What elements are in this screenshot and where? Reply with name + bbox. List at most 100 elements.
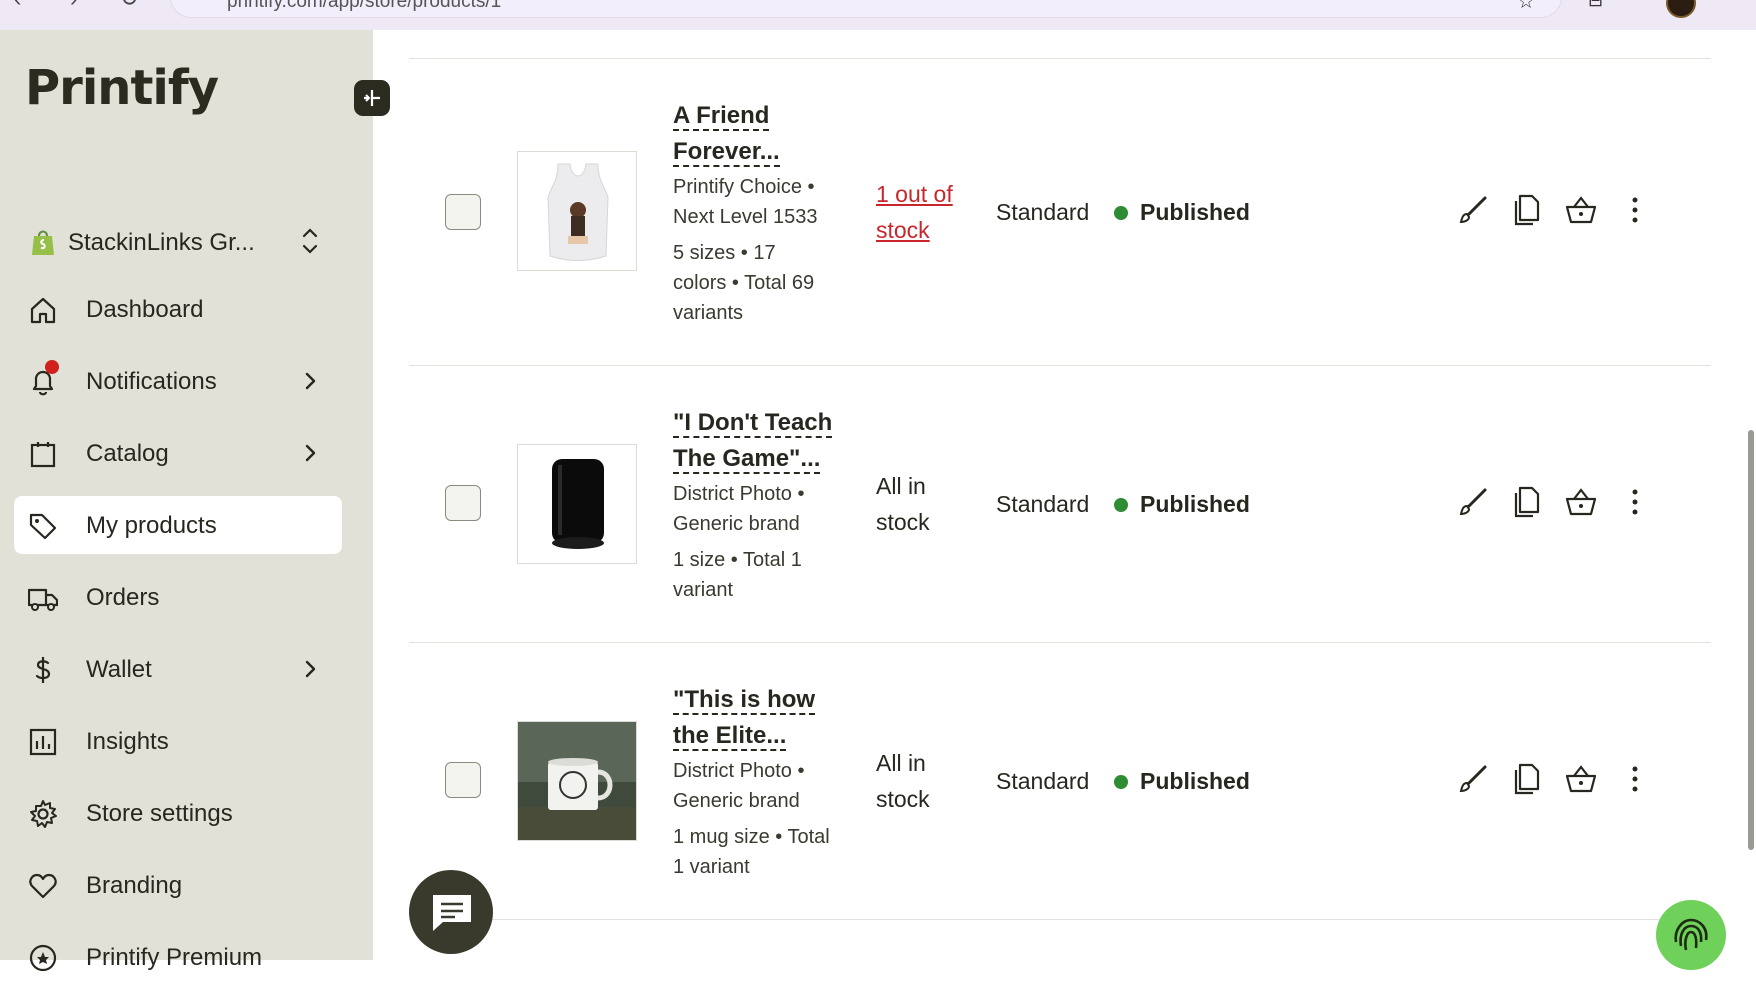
collapse-icon xyxy=(364,90,380,106)
product-tier: Standard xyxy=(996,491,1090,517)
duplicate-icon[interactable] xyxy=(1509,761,1545,797)
sidebar-item-label: My products xyxy=(86,512,217,539)
sidebar-item-label: Printify Premium xyxy=(86,944,263,971)
stock-status-link[interactable]: 1 out of stock xyxy=(876,176,976,248)
printify-logo[interactable]: Printify xyxy=(25,60,219,116)
row-divider xyxy=(409,58,1711,59)
duplicate-icon[interactable] xyxy=(1509,192,1545,228)
forward-icon[interactable]: › xyxy=(70,0,77,12)
status-badge: Published xyxy=(1114,768,1250,795)
black-cup-image xyxy=(518,445,636,563)
sidebar-item-label: Insights xyxy=(86,728,169,755)
tank-top-image xyxy=(518,152,636,270)
enamel-mug-image xyxy=(518,722,636,840)
dollar-icon xyxy=(35,657,51,683)
address-bar[interactable]: printify.com/app/store/products/1 ☆ xyxy=(170,0,1562,18)
basket-icon[interactable] xyxy=(1563,192,1599,228)
product-thumbnail[interactable] xyxy=(517,721,637,841)
scrollbar[interactable] xyxy=(1748,430,1754,850)
product-title[interactable]: "I Don't Teach The Game"... xyxy=(673,405,873,477)
published-dot xyxy=(1114,498,1128,512)
stock-status: All in stock xyxy=(876,750,930,812)
product-variants: 5 sizes • 17 colors • Total 69 variants xyxy=(673,242,815,324)
row-actions xyxy=(1455,761,1685,801)
row-checkbox[interactable] xyxy=(445,762,481,798)
profile-avatar[interactable] xyxy=(1666,0,1696,18)
sidebar-item-label: Dashboard xyxy=(86,296,204,323)
row-divider xyxy=(409,365,1711,366)
row-checkbox[interactable] xyxy=(445,485,481,521)
more-options-icon[interactable] xyxy=(1617,761,1653,797)
more-options-icon[interactable] xyxy=(1617,192,1653,228)
product-provider: District Photo • Generic brand xyxy=(673,760,805,812)
extensions-icon[interactable]: ⊟ xyxy=(1588,0,1603,11)
clipboard-icon xyxy=(30,442,56,468)
product-thumbnail[interactable] xyxy=(517,444,637,564)
sidebar-item-branding[interactable]: Branding xyxy=(14,856,342,914)
sidebar-item-label: Notifications xyxy=(86,368,217,395)
duplicate-icon[interactable] xyxy=(1509,484,1545,520)
shopify-bag-icon xyxy=(32,230,54,255)
fingerprint-icon xyxy=(1674,918,1708,951)
product-variants: 1 mug size • Total 1 variant xyxy=(673,826,830,878)
sidebar-item-my-products[interactable]: My products xyxy=(14,496,342,554)
sidebar-item-dashboard[interactable]: Dashboard xyxy=(14,280,342,338)
row-checkbox[interactable] xyxy=(445,194,481,230)
sidebar-item-label: Orders xyxy=(86,584,160,611)
store-selector[interactable]: StackinLinks Gr... xyxy=(30,220,330,264)
chat-button[interactable] xyxy=(409,870,493,954)
product-provider: District Photo • Generic brand xyxy=(673,483,805,535)
product-title[interactable]: "This is how the Elite... xyxy=(673,682,873,754)
bookmark-star-icon[interactable]: ☆ xyxy=(1517,0,1535,14)
row-divider xyxy=(409,642,1711,643)
back-icon[interactable]: ‹ xyxy=(14,0,21,12)
sidebar-item-label: Store settings xyxy=(86,800,233,827)
gear-icon xyxy=(30,800,57,828)
row-actions xyxy=(1455,192,1685,232)
products-list: A Friend Forever... Printify Choice • Next… xyxy=(373,30,1756,960)
sidebar-item-label: Branding xyxy=(86,872,183,899)
sidebar-item-label: Catalog xyxy=(86,440,169,467)
published-dot xyxy=(1114,775,1128,789)
edit-brush-icon[interactable] xyxy=(1455,761,1491,797)
product-title[interactable]: A Friend Forever... xyxy=(673,98,873,170)
more-options-icon[interactable] xyxy=(1617,484,1653,520)
basket-icon[interactable] xyxy=(1563,484,1599,520)
chevron-updown-icon xyxy=(302,228,318,254)
sidebar-item-printify-premium[interactable]: Printify Premium xyxy=(14,928,342,986)
chart-icon xyxy=(29,728,57,756)
truck-icon xyxy=(28,588,58,611)
sidebar-item-wallet[interactable]: Wallet xyxy=(14,640,342,698)
stock-status: All in stock xyxy=(876,473,930,535)
sidebar-item-notifications[interactable]: Notifications xyxy=(14,352,342,410)
store-name: StackinLinks Gr... xyxy=(68,229,255,256)
row-actions xyxy=(1455,484,1685,524)
product-tier: Standard xyxy=(996,768,1090,794)
basket-icon[interactable] xyxy=(1563,761,1599,797)
chevron-right-icon xyxy=(305,372,316,390)
sidebar-item-store-settings[interactable]: Store settings xyxy=(14,784,342,842)
edit-brush-icon[interactable] xyxy=(1455,484,1491,520)
row-divider xyxy=(409,919,1711,920)
collapse-sidebar-button[interactable] xyxy=(354,80,390,116)
product-provider: Printify Choice • Next Level 1533 xyxy=(673,176,818,228)
product-thumbnail[interactable] xyxy=(517,151,637,271)
published-dot xyxy=(1114,206,1128,220)
status-badge: Published xyxy=(1114,491,1250,518)
reload-icon[interactable]: ↻ xyxy=(120,0,138,12)
notification-badge xyxy=(45,360,59,374)
chevron-right-icon xyxy=(305,660,316,678)
heart-icon xyxy=(29,873,57,899)
url-text: printify.com/app/store/products/1 xyxy=(227,0,502,12)
sidebar-item-insights[interactable]: Insights xyxy=(14,712,342,770)
sidebar-item-label: Wallet xyxy=(86,656,152,683)
sidebar-item-orders[interactable]: Orders xyxy=(14,568,342,626)
sidebar-item-catalog[interactable]: Catalog xyxy=(14,424,342,482)
product-variants: 1 size • Total 1 variant xyxy=(673,549,802,601)
chevron-right-icon xyxy=(305,444,316,462)
chat-icon xyxy=(433,895,471,931)
tag-icon xyxy=(29,513,57,540)
browser-toolbar: ‹ › ↻ printify.com/app/store/products/1 … xyxy=(0,0,1756,30)
status-badge: Published xyxy=(1114,199,1250,226)
edit-brush-icon[interactable] xyxy=(1455,192,1491,228)
